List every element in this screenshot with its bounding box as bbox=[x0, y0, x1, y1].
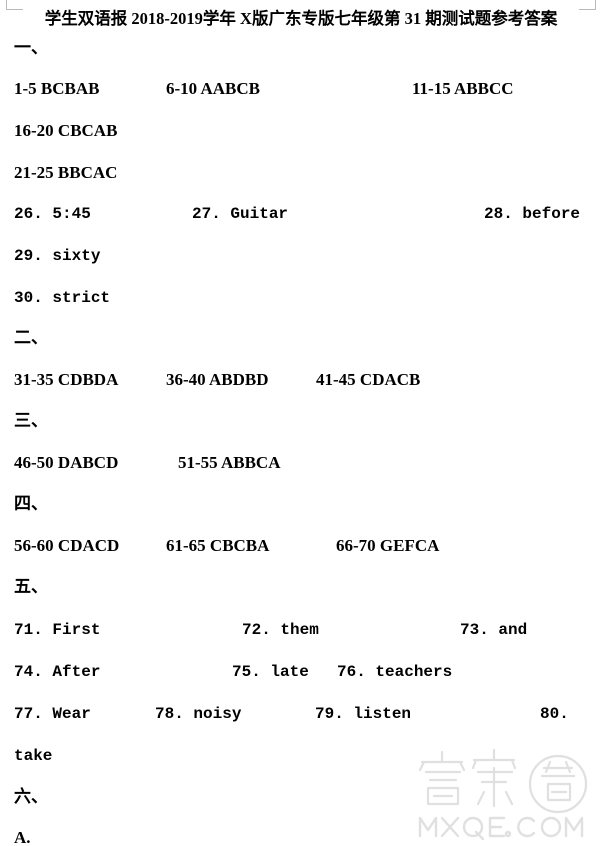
answer-item-30: 30. strict bbox=[14, 289, 111, 307]
answer-item-26: 26. 5:45 bbox=[14, 205, 91, 223]
answer-range-11-15: 11-15 ABBCC bbox=[412, 79, 514, 98]
answer-part-a-label: A. bbox=[14, 828, 31, 846]
answer-range-41-45: 41-45 CDACB bbox=[316, 370, 421, 389]
answer-item-79: 79. listen bbox=[315, 705, 412, 723]
section-heading-four: 四、 bbox=[14, 494, 48, 513]
answer-range-36-40: 36-40 ABDBD bbox=[166, 370, 269, 389]
answer-item-28: 28. before bbox=[484, 205, 581, 223]
answer-range-16-20: 16-20 CBCAB bbox=[14, 121, 118, 140]
section-heading-one: 一、 bbox=[14, 38, 48, 57]
site-watermark bbox=[412, 738, 596, 842]
answer-range-6-10: 6-10 AABCB bbox=[166, 79, 260, 98]
answer-item-72: 72. them bbox=[242, 621, 319, 639]
section-heading-six: 六、 bbox=[14, 787, 48, 806]
answer-item-73: 73. and bbox=[460, 621, 528, 639]
answer-range-61-65: 61-65 CBCBA bbox=[166, 536, 270, 555]
answer-range-51-55: 51-55 ABBCA bbox=[178, 453, 281, 472]
answer-item-78: 78. noisy bbox=[155, 705, 242, 723]
answer-range-66-70: 66-70 GEFCA bbox=[336, 536, 440, 555]
answer-range-21-25: 21-25 BBCAC bbox=[14, 163, 118, 182]
section-heading-two: 二、 bbox=[14, 328, 48, 347]
page-title: 学生双语报 2018-2019学年 X版广东专版七年级第 31 期测试题参考答案 bbox=[44, 9, 558, 28]
watermark-logo-icon bbox=[418, 748, 588, 841]
answer-item-80-number: 80. bbox=[540, 705, 569, 723]
answer-item-71: 71. First bbox=[14, 621, 101, 639]
answer-range-1-5: 1-5 BCBAB bbox=[14, 79, 100, 98]
answer-item-76: 76. teachers bbox=[337, 663, 453, 681]
answer-sheet-page: 学生双语报 2018-2019学年 X版广东专版七年级第 31 期测试题参考答案… bbox=[0, 0, 602, 846]
answer-item-77: 77. Wear bbox=[14, 705, 91, 723]
answer-range-56-60: 56-60 CDACD bbox=[14, 536, 120, 555]
answer-item-29: 29. sixty bbox=[14, 247, 101, 265]
answer-range-31-35: 31-35 CDBDA bbox=[14, 370, 119, 389]
answer-item-74: 74. After bbox=[14, 663, 101, 681]
answer-item-27: 27. Guitar bbox=[192, 205, 289, 223]
answer-range-46-50: 46-50 DABCD bbox=[14, 453, 119, 472]
answer-item-75: 75. late bbox=[232, 663, 309, 681]
answer-item-80-word: take bbox=[14, 747, 53, 765]
section-heading-five: 五、 bbox=[14, 577, 48, 596]
section-heading-three: 三、 bbox=[14, 411, 48, 430]
